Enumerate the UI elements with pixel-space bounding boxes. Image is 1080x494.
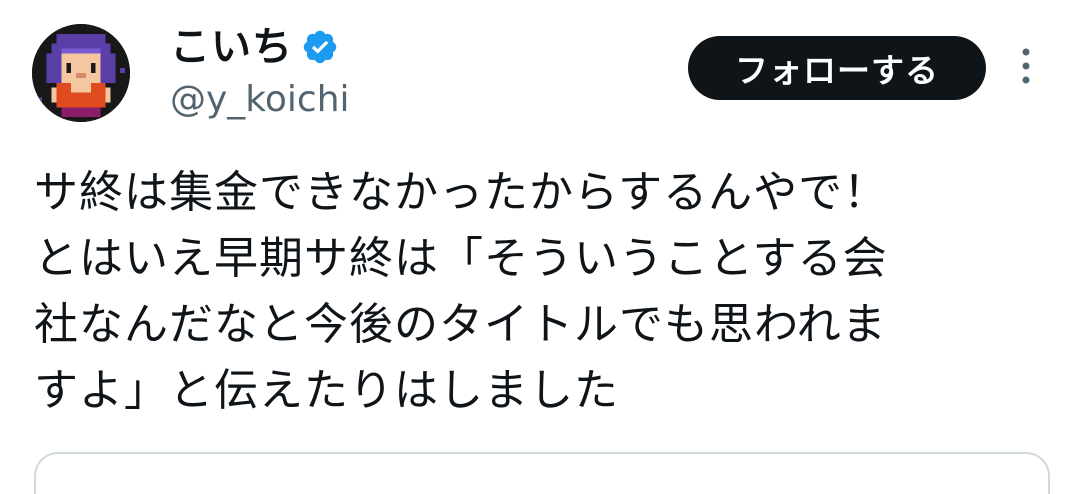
verified-badge-icon[interactable]: [301, 28, 339, 66]
tweet-line: とはいえ早期サ終は「そういうことする会: [34, 233, 888, 284]
author-name-row: こいち: [170, 22, 339, 72]
avatar[interactable]: [32, 24, 130, 122]
pixel-art-avatar-icon: [32, 24, 130, 122]
tweet-line: すよ」と伝えたりはしました: [34, 365, 619, 416]
follow-button[interactable]: フォローする: [688, 36, 986, 100]
tweet-line: 社なんだなと今後のタイトルでも思われま: [34, 299, 887, 350]
quoted-card-edge[interactable]: [34, 452, 1050, 494]
display-name[interactable]: こいち: [170, 27, 293, 67]
user-handle[interactable]: @y_koichi: [170, 80, 350, 120]
tweet-text: サ終は集金できなかったからするんやで！ とはいえ早期サ終は「そういうことする会 …: [34, 160, 1044, 424]
tweet-line: サ終は集金できなかったからするんやで！: [34, 167, 889, 218]
vertical-ellipsis-icon[interactable]: [1014, 46, 1038, 86]
